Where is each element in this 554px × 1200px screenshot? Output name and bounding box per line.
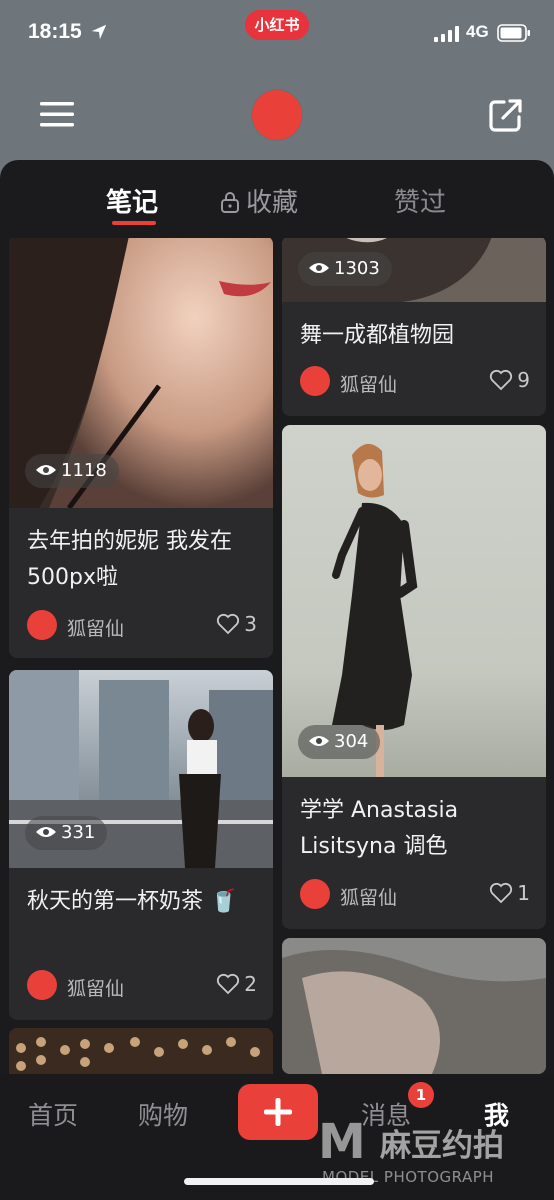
share-icon[interactable] <box>488 97 524 133</box>
note-card[interactable]: 1118 去年拍的妮妮 我发在 500px啦 狐留仙 3 <box>9 238 273 658</box>
nav-shop[interactable]: 购物 <box>138 1096 188 1132</box>
menu-icon[interactable] <box>38 96 76 132</box>
message-badge: 1 <box>408 1082 434 1108</box>
home-indicator <box>184 1178 374 1185</box>
heart-icon <box>490 369 513 391</box>
view-count: 1118 <box>61 460 107 481</box>
author-name: 狐留仙 <box>67 978 125 1000</box>
location-arrow-icon <box>91 24 107 40</box>
author-avatar <box>27 610 57 640</box>
author-avatar <box>300 366 330 396</box>
author-row: 狐留仙 3 <box>27 610 257 642</box>
note-title: 秋天的第一杯奶茶 🥤 <box>27 889 238 914</box>
tab-notes[interactable]: 笔记 <box>106 182 158 219</box>
view-count: 331 <box>61 822 96 843</box>
eye-icon <box>36 827 56 837</box>
battery-icon <box>497 24 530 42</box>
note-card[interactable]: 331 秋天的第一杯奶茶 🥤 狐留仙 2 <box>9 670 273 1020</box>
heart-icon <box>490 882 513 904</box>
note-card[interactable] <box>282 938 546 1074</box>
status-time: 18:15 <box>28 20 82 43</box>
like-count: 9 <box>517 368 530 392</box>
note-card[interactable]: 1303 舞一成都植物园 狐留仙 9 <box>282 238 546 416</box>
lock-icon <box>221 192 239 213</box>
author-name: 狐留仙 <box>340 374 398 396</box>
nav-home[interactable]: 首页 <box>28 1096 78 1132</box>
view-count: 1303 <box>334 258 380 279</box>
note-title: 舞一成都植物园 <box>300 323 455 348</box>
author-avatar <box>27 970 57 1000</box>
eye-icon <box>36 465 56 475</box>
notes-panel: 笔记 收藏 赞过 1118 去年拍的妮妮 我发在 500px啦 狐留仙 3 33… <box>0 160 554 1074</box>
tab-bar: 笔记 收藏 赞过 <box>0 160 554 238</box>
note-cover-image <box>9 1028 273 1074</box>
note-card[interactable] <box>9 1028 273 1074</box>
app-badge: 小红书 <box>245 10 309 40</box>
tab-liked[interactable]: 赞过 <box>394 182 446 219</box>
tab-favorites[interactable]: 收藏 <box>220 182 298 219</box>
like-count: 2 <box>244 972 257 996</box>
eye-icon <box>309 736 329 746</box>
heart-icon <box>217 973 240 995</box>
avatar[interactable] <box>252 90 302 140</box>
author-row: 狐留仙 9 <box>300 366 530 398</box>
watermark-logo: M <box>318 1114 366 1170</box>
network-type: 4G <box>466 22 489 41</box>
author-avatar <box>300 879 330 909</box>
note-cover-image <box>282 938 546 1074</box>
like-button[interactable]: 9 <box>489 368 530 392</box>
watermark-text: 麻豆约拍 <box>380 1128 504 1164</box>
plus-icon <box>264 1098 292 1126</box>
like-button[interactable]: 3 <box>216 612 257 636</box>
view-count: 304 <box>334 731 369 752</box>
heart-icon <box>217 613 240 635</box>
note-card[interactable]: 304 学学 Anastasia Lisitsyna 调色 狐留仙 1 <box>282 425 546 929</box>
note-title: 去年拍的妮妮 我发在 500px啦 <box>27 529 232 590</box>
view-count-badge: 1303 <box>298 252 392 286</box>
add-note-button[interactable] <box>238 1084 318 1140</box>
active-tab-indicator <box>112 221 156 225</box>
notes-grid: 1118 去年拍的妮妮 我发在 500px啦 狐留仙 3 331 秋天的第一杯奶… <box>0 238 554 1074</box>
like-count: 3 <box>244 612 257 636</box>
like-button[interactable]: 2 <box>216 972 257 996</box>
signal-icon <box>434 26 459 42</box>
like-button[interactable]: 1 <box>489 881 530 905</box>
status-bar: 18:15 小红书 4G <box>0 0 554 66</box>
author-row: 狐留仙 1 <box>300 879 530 911</box>
like-count: 1 <box>517 881 530 905</box>
author-row: 狐留仙 2 <box>27 970 257 1002</box>
author-name: 狐留仙 <box>340 887 398 909</box>
view-count-badge: 331 <box>25 816 108 850</box>
view-count-badge: 304 <box>298 725 381 759</box>
tab-favorites-label: 收藏 <box>246 188 299 218</box>
eye-icon <box>309 263 329 273</box>
note-title: 学学 Anastasia Lisitsyna 调色 <box>300 798 459 859</box>
view-count-badge: 1118 <box>25 454 119 488</box>
author-name: 狐留仙 <box>67 618 125 640</box>
